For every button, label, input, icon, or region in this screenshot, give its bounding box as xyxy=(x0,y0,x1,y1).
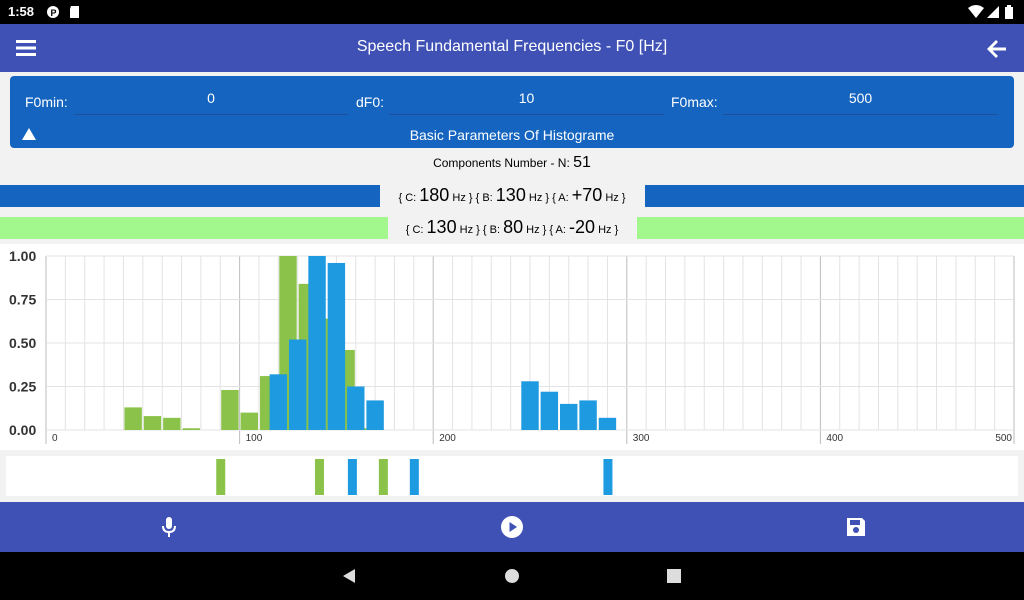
components-label: Components Number - N: xyxy=(433,156,570,170)
histogram-svg: 0.00 0.25 0.50 0.75 1.00 0 100 200 300 400 500 xyxy=(9,248,1015,444)
system-nav-bar xyxy=(0,552,1024,600)
f0max-label: F0max: xyxy=(671,94,718,110)
green-c-prefix: { C: xyxy=(405,224,424,236)
strip-marker xyxy=(314,459,324,495)
blue-b-suffix: Hz } { A: xyxy=(528,192,569,204)
f0max-input[interactable]: 500 xyxy=(723,90,998,115)
blue-b-value: 130 xyxy=(495,185,526,205)
blue-c-suffix: Hz } { B: xyxy=(452,192,493,204)
bottom-action-bar xyxy=(0,502,1024,552)
blue-c-prefix: { C: xyxy=(398,192,417,204)
f0min-label: F0min: xyxy=(25,94,68,110)
blue-bar xyxy=(521,381,539,430)
y-tick-label: 0.75 xyxy=(9,292,36,308)
strip-marker xyxy=(347,459,357,495)
df0-input[interactable]: 10 xyxy=(389,90,664,115)
blue-bar xyxy=(308,256,326,430)
green-bar xyxy=(124,407,142,430)
save-icon[interactable] xyxy=(844,515,868,539)
x-tick-label: 400 xyxy=(826,433,843,444)
blue-c-value: 180 xyxy=(419,185,450,205)
signal-icon xyxy=(987,6,999,18)
blue-bar xyxy=(347,386,365,430)
blue-a-suffix: Hz } xyxy=(605,192,626,204)
sd-card-icon xyxy=(70,6,79,18)
microphone-icon[interactable] xyxy=(157,515,181,539)
strip-marker xyxy=(603,459,613,495)
blue-bar xyxy=(560,403,578,430)
back-arrow-icon[interactable] xyxy=(984,37,1010,61)
marker-strip xyxy=(6,456,1018,496)
blue-a-value: +70 xyxy=(571,185,603,205)
green-b-suffix: Hz } { A: xyxy=(526,224,566,236)
status-bar: 1:58 P xyxy=(0,0,1024,24)
histogram-parameters-panel: F0min: 0 dF0: 10 F0max: 500 Basic Parame… xyxy=(10,76,1014,148)
green-bar xyxy=(163,417,181,430)
f0min-input[interactable]: 0 xyxy=(74,90,348,115)
green-a-value: -20 xyxy=(568,217,595,237)
status-time: 1:58 xyxy=(8,4,35,19)
blue-bar xyxy=(269,374,288,430)
green-bar xyxy=(143,416,162,430)
green-bar xyxy=(240,412,258,430)
svg-text:P: P xyxy=(51,8,57,18)
green-c-value: 130 xyxy=(426,217,457,237)
strip-marker xyxy=(216,459,226,495)
histogram-chart: 0.00 0.25 0.50 0.75 1.00 0 100 200 300 400 500 xyxy=(0,244,1024,450)
wifi-icon xyxy=(968,5,984,18)
y-tick-label: 0.50 xyxy=(9,335,36,351)
green-bar xyxy=(182,428,200,430)
blue-bar xyxy=(540,391,559,430)
home-circle-icon[interactable] xyxy=(504,568,520,584)
components-value: 51 xyxy=(573,154,591,171)
blue-bar xyxy=(579,400,597,430)
blue-bar xyxy=(288,339,307,430)
panel-title[interactable]: Basic Parameters Of Histograme xyxy=(10,127,1014,143)
blue-bar xyxy=(327,262,346,430)
blue-info-row: { C: 180 Hz } { B: 130 Hz } { A: +70 Hz … xyxy=(0,185,1024,206)
y-tick-label: 0.00 xyxy=(9,422,36,438)
green-b-value: 80 xyxy=(503,217,524,237)
components-number: Components Number - N: 51 xyxy=(0,154,1024,172)
p-icon: P xyxy=(47,6,59,18)
x-tick-label: 0 xyxy=(52,433,58,444)
green-a-suffix: Hz } xyxy=(598,224,619,236)
blue-bar xyxy=(598,417,617,430)
df0-label: dF0: xyxy=(356,94,385,110)
y-tick-label: 0.25 xyxy=(9,379,36,395)
marker-strip-svg xyxy=(216,459,613,495)
green-info-row: { C: 130 Hz } { B: 80 Hz } { A: -20 Hz } xyxy=(0,217,1024,238)
y-tick-label: 1.00 xyxy=(9,248,36,264)
x-tick-label: 100 xyxy=(246,433,263,444)
app-title: Speech Fundamental Frequencies - F0 [Hz] xyxy=(356,38,668,55)
x-tick-label: 300 xyxy=(633,433,650,444)
green-c-suffix: Hz } { B: xyxy=(459,224,501,236)
back-triangle-icon[interactable] xyxy=(340,567,358,585)
x-tick-label: 200 xyxy=(439,433,456,444)
app-bar: Speech Fundamental Frequencies - F0 [Hz] xyxy=(0,24,1024,72)
blue-bar xyxy=(366,400,384,430)
green-bar xyxy=(221,389,239,430)
x-tick-label: 500 xyxy=(995,433,1012,444)
strip-marker xyxy=(378,459,388,495)
play-icon[interactable] xyxy=(500,515,524,539)
recents-square-icon[interactable] xyxy=(666,568,682,584)
battery-icon xyxy=(1005,5,1013,19)
strip-marker xyxy=(409,459,419,495)
